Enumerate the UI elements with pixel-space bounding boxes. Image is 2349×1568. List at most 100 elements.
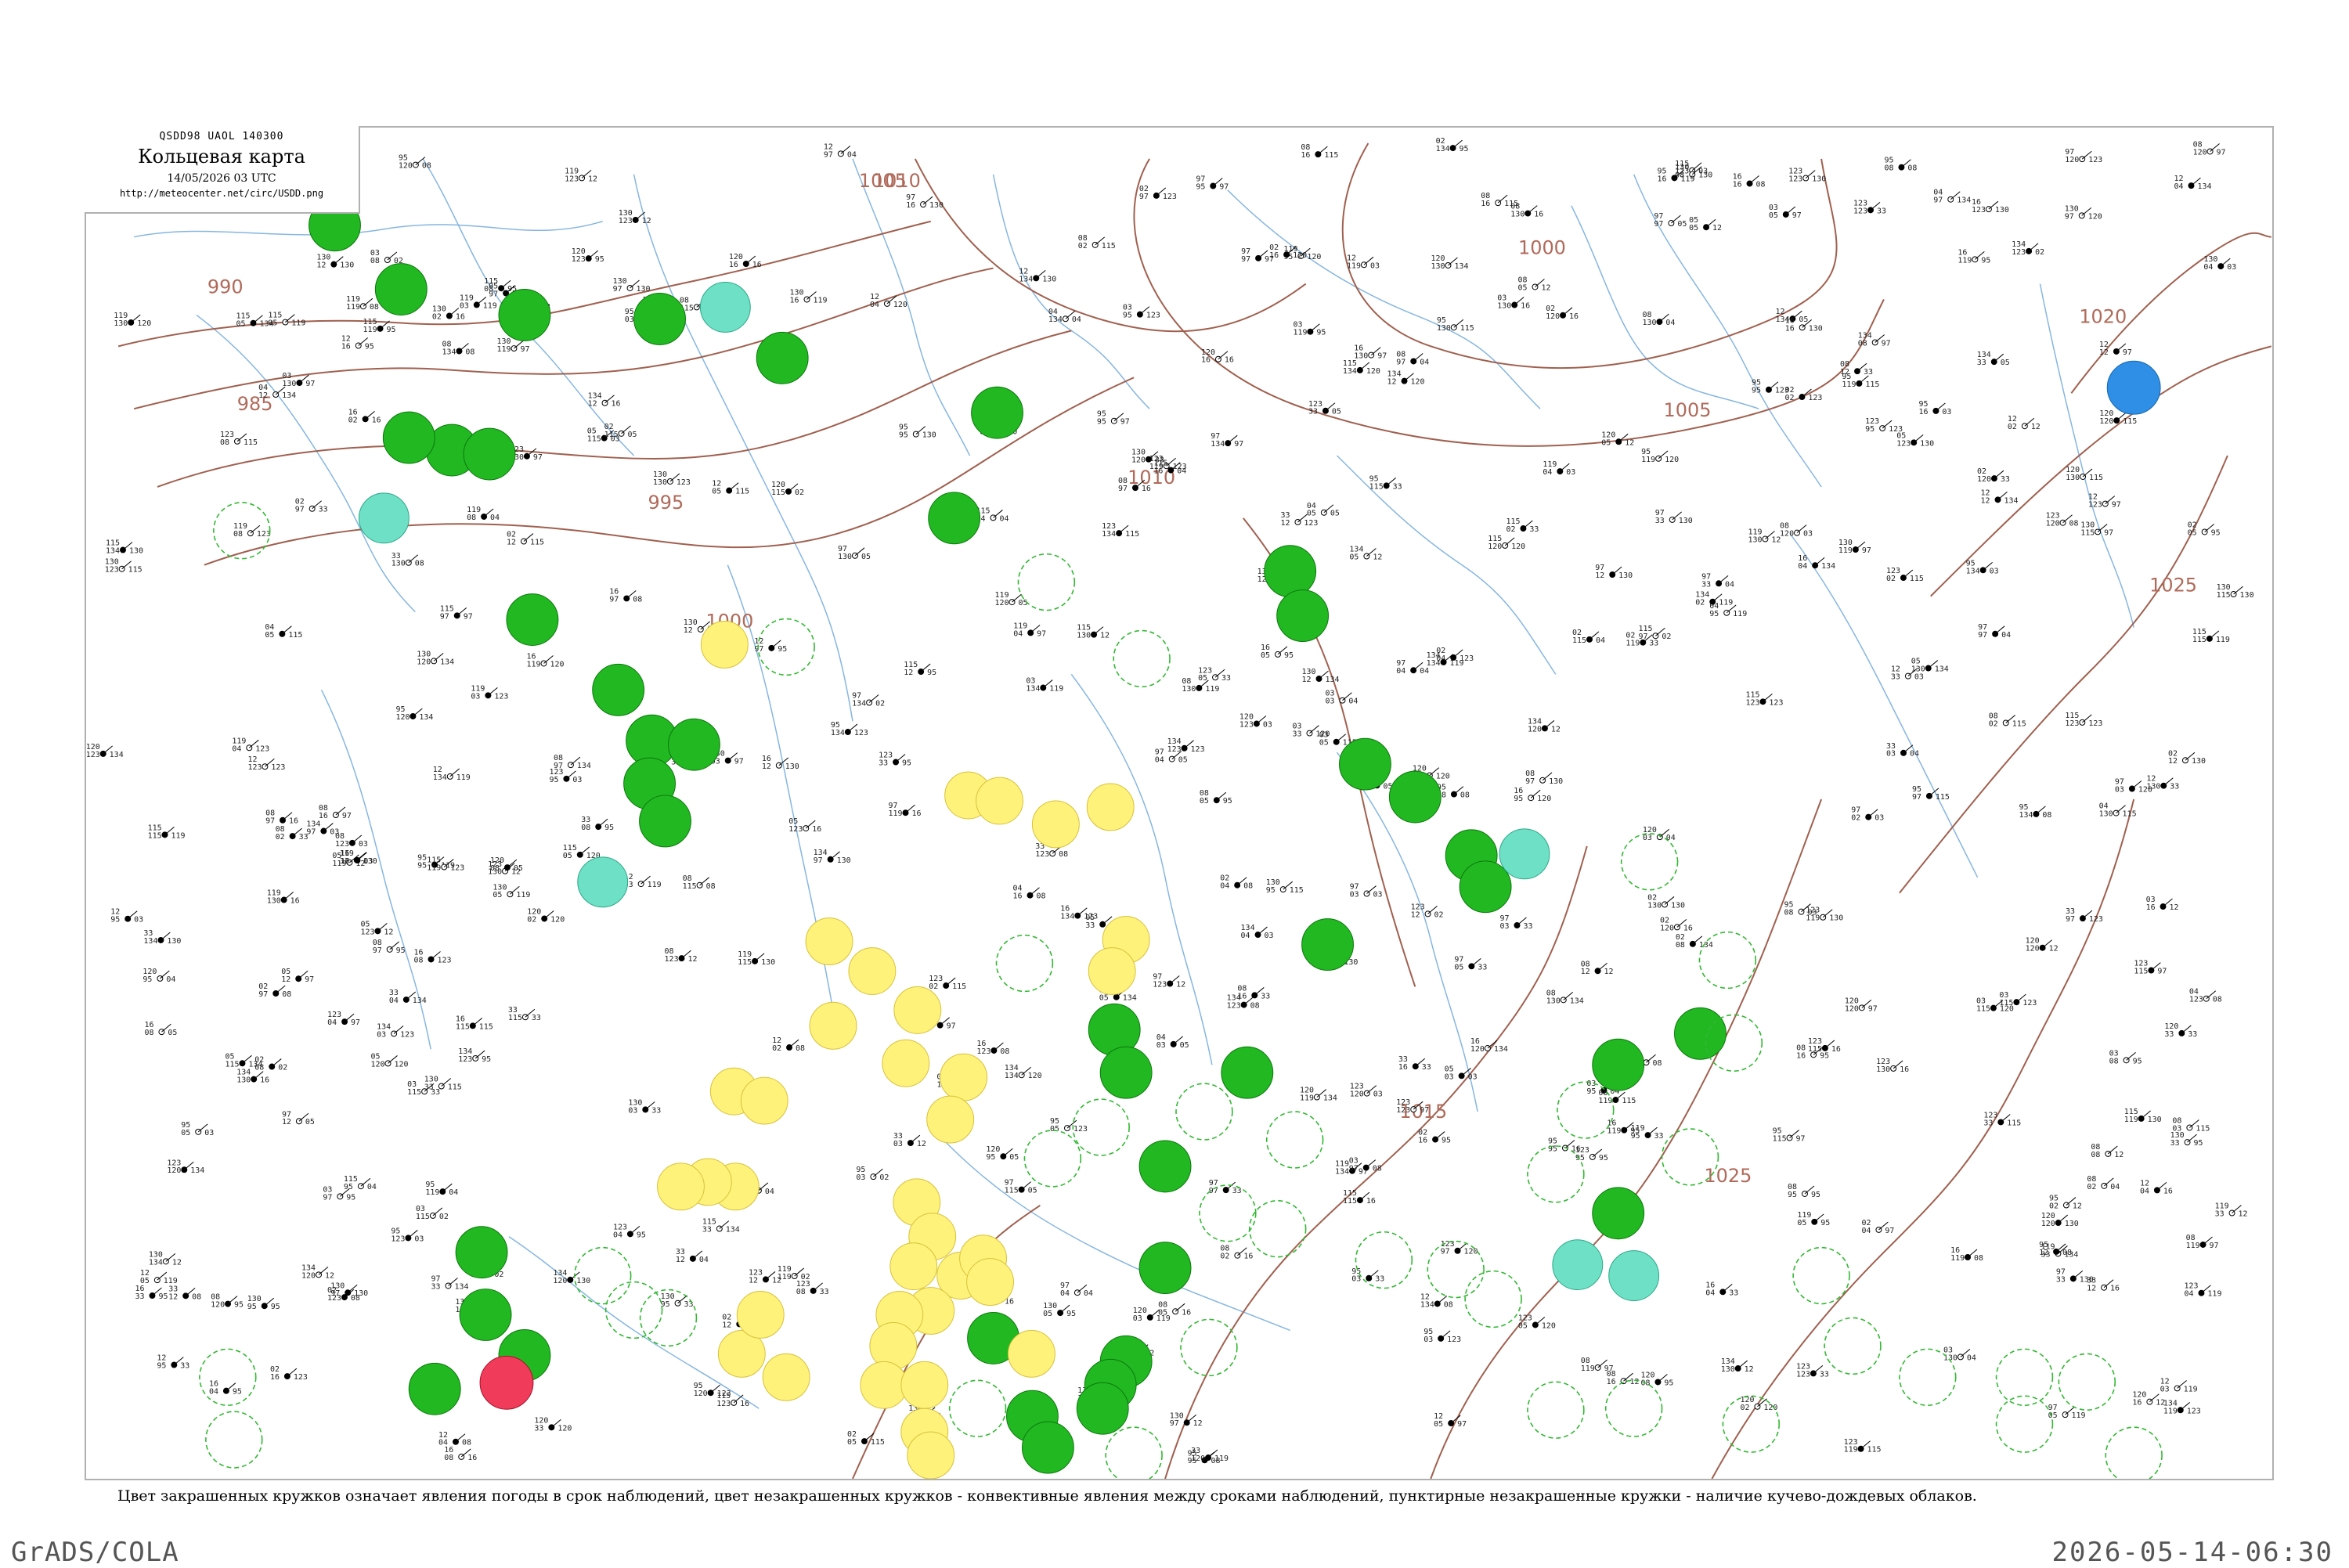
station-value: 115	[288, 631, 302, 640]
station-plot: 119119 02	[778, 1265, 810, 1281]
station-value: 04	[1665, 319, 1675, 327]
station-value: 119	[1581, 1364, 1595, 1373]
station-plot: 1616 03	[341, 849, 373, 866]
station-plot: 134134 120	[1005, 1064, 1042, 1080]
station-value: 95	[158, 1292, 168, 1301]
rain-marker	[1264, 545, 1317, 598]
station-value: 12	[1625, 438, 1634, 447]
station-value: 130	[2148, 1116, 2162, 1124]
station-value: 95	[2211, 528, 2221, 537]
station-value: 97	[814, 856, 823, 865]
station-value: 04	[1220, 882, 1229, 891]
station-value: 115	[735, 488, 749, 496]
station-value: 05	[1009, 1153, 1019, 1162]
shower-marker	[762, 1353, 810, 1401]
station-value: 130	[236, 1076, 251, 1085]
station-value: 05	[1043, 1310, 1052, 1318]
station-value: 04	[327, 1018, 337, 1027]
station-value: 130	[1829, 914, 1843, 923]
station-value: 115	[1910, 575, 1924, 583]
station-plot: 08134 08	[442, 341, 475, 357]
station-value: 04	[2174, 182, 2184, 191]
station-value: 115	[2089, 474, 2103, 482]
station-plot: 05123 16	[788, 817, 821, 834]
station-value: 120	[1470, 1045, 1485, 1054]
station-plot: 0216 123	[270, 1365, 308, 1382]
station-value: 97	[265, 817, 275, 826]
station-value: 33	[431, 1282, 441, 1291]
station-value: 04	[1967, 1354, 1976, 1362]
cb-ring	[205, 1411, 263, 1469]
station-value: 119	[456, 773, 471, 782]
station-value: 95	[1586, 1087, 1596, 1096]
station-plot: 13095 33	[661, 1292, 694, 1309]
cb-ring	[1464, 1270, 1522, 1328]
station-plot: 3303 04	[1886, 742, 1919, 759]
station-value: 119	[1347, 261, 1361, 270]
station-value: 119	[2216, 636, 2230, 644]
station-plot: 9595 123	[1752, 379, 1789, 395]
station-value: 123	[2012, 248, 2026, 257]
station-value: 04	[765, 1188, 774, 1196]
station-plot: 12002 120	[1740, 1396, 1777, 1412]
station-value: 03	[1807, 909, 1817, 917]
station-value: 33	[1308, 408, 1318, 416]
station-value: 95	[1196, 182, 1205, 191]
station-value: 03	[628, 1106, 637, 1115]
station-value: 03	[1643, 834, 1652, 842]
rain-marker	[1138, 1242, 1192, 1295]
station-value: 12	[1712, 224, 1722, 232]
station-value: 97	[947, 1022, 956, 1031]
station-plot: 08120 03	[1780, 522, 1813, 539]
station-plot: 1204 120	[870, 293, 907, 309]
station-value: 134	[282, 391, 296, 400]
station-value: 123	[2187, 1407, 2201, 1415]
station-value: 05	[1180, 1041, 1189, 1050]
station-plot: 12134 119	[433, 766, 471, 782]
station-plot: 0802 115	[1989, 712, 2026, 728]
station-value: 97	[351, 1018, 360, 1027]
station-value: 97	[1139, 193, 1149, 201]
station-value: 120	[211, 1301, 225, 1310]
station-value: 05	[1261, 651, 1270, 660]
station-value: 123	[360, 928, 374, 936]
station-value: 95	[271, 1303, 280, 1311]
station-value: 04	[232, 744, 241, 753]
station-plot: 12134 08	[1420, 1292, 1453, 1309]
station-value: 97	[1796, 1135, 1806, 1144]
station-value: 115	[1865, 380, 1879, 389]
station-value: 120	[553, 1277, 567, 1285]
isobar-label-6: 990	[207, 276, 244, 298]
station-value: 120	[1546, 312, 1560, 321]
station-plot: 9508 08	[1437, 784, 1470, 800]
station-value: 05	[1434, 1420, 1443, 1429]
station-value: 119	[1300, 1094, 1314, 1103]
station-value: 33	[2164, 1030, 2174, 1039]
station-value: 08	[581, 824, 590, 832]
station-plot: 119130 120	[114, 312, 151, 328]
station-value: 05	[861, 553, 871, 561]
station-value: 08	[706, 882, 716, 891]
station-value: 12	[282, 1118, 291, 1126]
station-value: 134	[454, 1282, 468, 1291]
station-value: 134	[2004, 496, 2018, 505]
station-value: 12	[1176, 981, 1185, 989]
station-value: 12	[588, 175, 597, 183]
station-value: 95	[268, 319, 277, 328]
station-value: 95	[778, 645, 787, 654]
station-plot: 16123 08	[976, 1040, 1009, 1056]
station-value: 04	[1910, 750, 1919, 759]
station-value: 05	[1028, 1187, 1037, 1195]
station-value: 12	[258, 391, 268, 400]
station-value: 95	[595, 255, 604, 264]
station-plot: 123123 130	[1788, 168, 1826, 184]
station-plot: 12395 95	[1575, 1146, 1608, 1162]
cb-ring	[1824, 1317, 1882, 1375]
station-value: 04	[1177, 467, 1186, 476]
station-plot: 13033 95	[2170, 1131, 2203, 1148]
station-plot: 1202 12	[2008, 415, 2040, 431]
isobar-label-5: 1020	[2079, 305, 2127, 327]
station-value: 12	[2114, 1151, 2123, 1159]
station-value: 16	[2146, 903, 2156, 912]
station-plot: 0497 134	[1933, 189, 1971, 205]
